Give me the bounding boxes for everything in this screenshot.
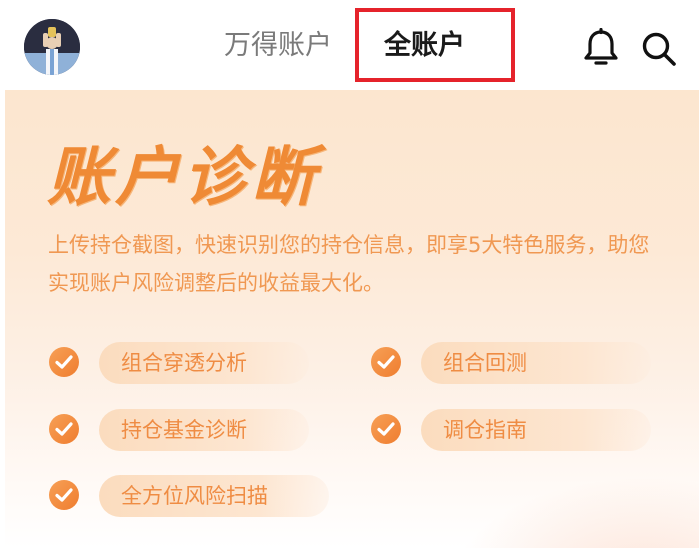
check-icon (49, 414, 79, 444)
check-icon (49, 347, 79, 377)
banner-description: 上传持仓截图，快速识别您的持仓信息，即享5大特色服务，助您实现账户风险调整后的收… (48, 233, 650, 295)
feature-label: 全方位风险扫描 (121, 484, 268, 508)
feature-label: 持仓基金诊断 (121, 418, 247, 442)
banner-title: 账户诊断 (47, 141, 319, 215)
avatar[interactable] (24, 19, 80, 75)
avatar-image (24, 19, 80, 75)
bell-icon[interactable] (582, 27, 620, 68)
tab-all-accounts[interactable]: 全账户 (384, 28, 465, 64)
check-icon (371, 414, 401, 444)
check-icon (49, 480, 79, 510)
feature-item: 全方位风险扫描 (49, 475, 329, 517)
feature-label: 组合回测 (443, 351, 527, 375)
top-nav: 万得账户 全账户 (0, 0, 700, 90)
feature-label: 组合穿透分析 (121, 351, 247, 375)
feature-item: 持仓基金诊断 (49, 409, 309, 451)
feature-item: 组合穿透分析 (49, 342, 309, 384)
feature-label: 调仓指南 (443, 418, 527, 442)
check-icon (371, 347, 401, 377)
diagnosis-banner[interactable]: 账户诊断 上传持仓截图，快速识别您的持仓信息，即享5大特色服务，助您实现账户风险… (5, 90, 699, 548)
tab-wind-account[interactable]: 万得账户 (224, 28, 332, 64)
feature-item: 调仓指南 (371, 409, 651, 451)
feature-item: 组合回测 (371, 342, 651, 384)
search-icon[interactable] (640, 30, 678, 68)
account-diagnosis-page: 万得账户 全账户 账户诊断 上传持仓截图，快速识别您的持仓信息，即享5大特色服务… (0, 0, 700, 548)
